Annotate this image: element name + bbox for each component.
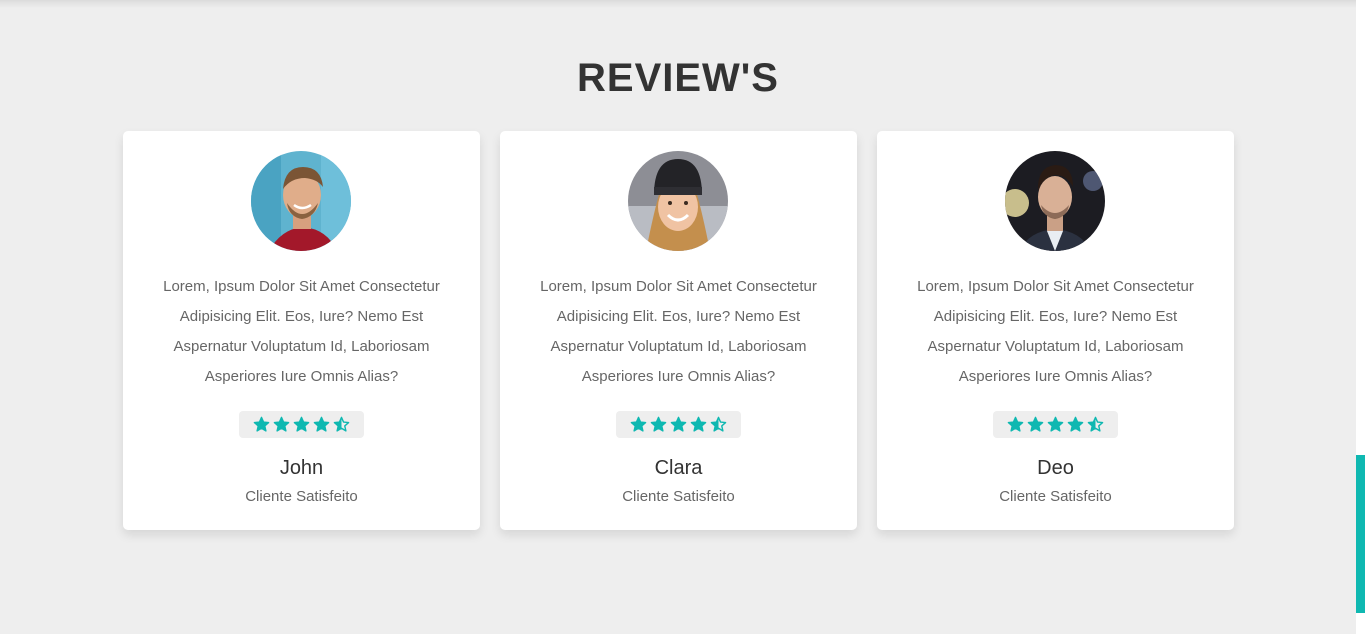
reviewer-name: John xyxy=(279,457,324,479)
rating-stars xyxy=(239,411,364,438)
star-full-icon xyxy=(1047,416,1064,432)
avatar xyxy=(1005,151,1105,251)
star-half-icon xyxy=(710,416,727,432)
star-full-icon xyxy=(253,416,270,432)
review-card: Lorem, Ipsum Dolor Sit Amet Consectetur … xyxy=(500,131,857,530)
star-full-icon xyxy=(1027,416,1044,432)
star-full-icon xyxy=(293,416,310,432)
man-portrait-photo-icon xyxy=(1005,151,1105,251)
reviewer-name: Clara xyxy=(654,457,703,479)
star-half-icon xyxy=(1087,416,1104,432)
woman-beanie-photo-icon xyxy=(628,151,728,251)
section-title: REVIEW'S xyxy=(577,56,779,100)
review-card: Lorem, Ipsum Dolor Sit Amet Consectetur … xyxy=(877,131,1234,530)
rating-stars xyxy=(993,411,1118,438)
avatar xyxy=(251,151,351,251)
review-text: Lorem, Ipsum Dolor Sit Amet Consectetur … xyxy=(540,278,817,385)
star-full-icon xyxy=(1067,416,1084,432)
star-full-icon xyxy=(670,416,687,432)
scrollbar-thumb[interactable] xyxy=(1356,455,1365,613)
star-half-icon xyxy=(333,416,350,432)
star-full-icon xyxy=(630,416,647,432)
reviewer-role: Cliente Satisfeito xyxy=(999,488,1112,505)
rating-stars xyxy=(616,411,741,438)
header-shadow xyxy=(0,0,1356,8)
review-cards: Lorem, Ipsum Dolor Sit Amet Consectetur … xyxy=(123,131,1234,530)
reviewer-role: Cliente Satisfeito xyxy=(622,488,735,505)
reviewer-name: Deo xyxy=(1037,457,1074,479)
avatar xyxy=(628,151,728,251)
review-text: Lorem, Ipsum Dolor Sit Amet Consectetur … xyxy=(163,278,440,385)
star-full-icon xyxy=(273,416,290,432)
scrollbar-track[interactable] xyxy=(1356,0,1365,634)
star-full-icon xyxy=(1007,416,1024,432)
review-text: Lorem, Ipsum Dolor Sit Amet Consectetur … xyxy=(917,278,1194,385)
reviewer-role: Cliente Satisfeito xyxy=(245,488,358,505)
review-card: Lorem, Ipsum Dolor Sit Amet Consectetur … xyxy=(123,131,480,530)
reviews-page: REVIEW'S Lorem, Ipsum Dolor Sit Amet Con… xyxy=(0,0,1365,634)
man-smiling-photo-icon xyxy=(251,151,351,251)
star-full-icon xyxy=(690,416,707,432)
star-full-icon xyxy=(313,416,330,432)
star-full-icon xyxy=(650,416,667,432)
